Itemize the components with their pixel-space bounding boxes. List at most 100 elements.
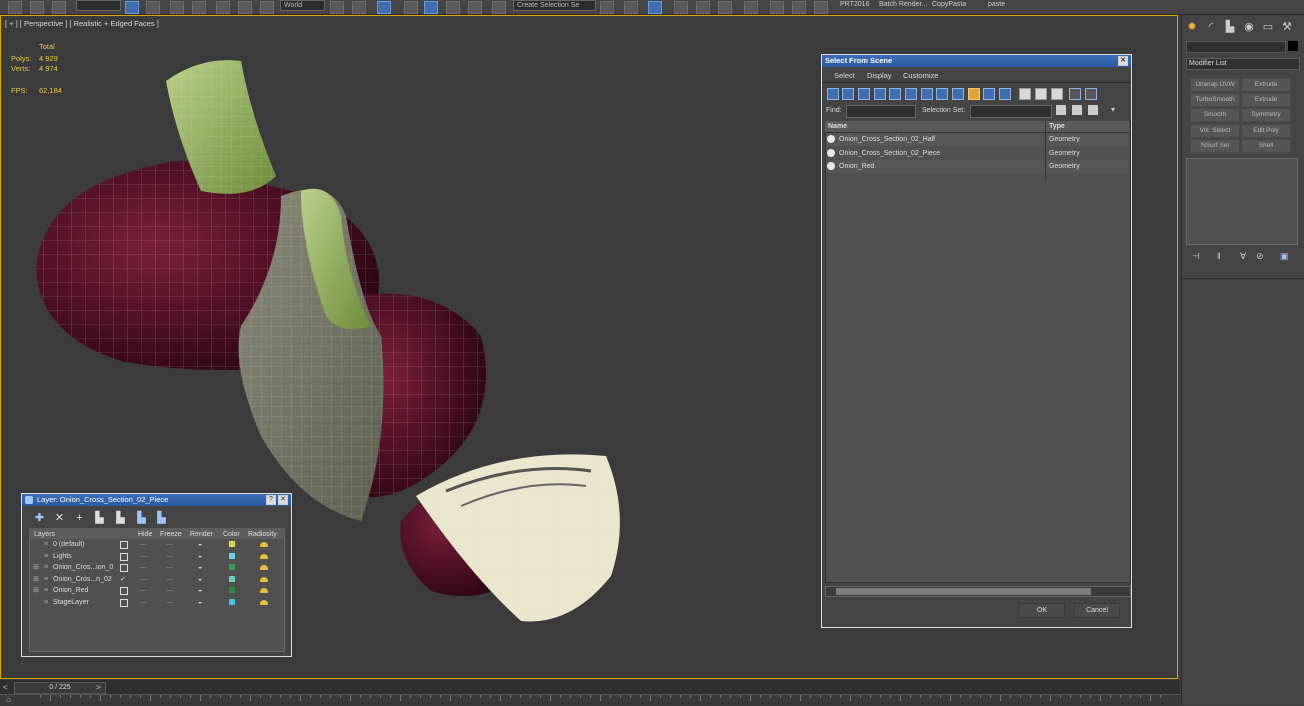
- layer-row[interactable]: ≡ StageLayer — — ◒: [30, 597, 282, 608]
- prev-frame-icon[interactable]: <: [3, 683, 8, 692]
- ref-coord-dropdown[interactable]: World: [280, 0, 325, 11]
- scrollbar-thumb[interactable]: [836, 588, 1091, 595]
- create-tab-icon[interactable]: ✹: [1185, 20, 1199, 34]
- delete-layer-icon[interactable]: ✕: [54, 513, 65, 524]
- keyboard-shortcut-icon[interactable]: [377, 1, 391, 14]
- edit-named-sel-icon[interactable]: [492, 1, 506, 14]
- hide-toggle[interactable]: —: [140, 597, 147, 608]
- angle-snap-icon[interactable]: [424, 1, 438, 14]
- remove-modifier-icon[interactable]: ⊘: [1256, 251, 1264, 262]
- select-all-icon[interactable]: [1019, 88, 1031, 100]
- layer-color-swatch[interactable]: [229, 564, 235, 570]
- current-layer-checkbox[interactable]: [120, 599, 128, 607]
- layer-row[interactable]: ≡ 0 (default) — — ◒: [30, 539, 282, 550]
- radiosity-bulb-icon[interactable]: [260, 577, 268, 582]
- copypasta-button[interactable]: CopyPasta: [932, 1, 966, 8]
- render-teapot-icon[interactable]: ◒: [198, 562, 202, 573]
- layer-row[interactable]: ⊞ ≡ Onion_Cros...ion_0 — — ◒: [30, 562, 282, 573]
- current-layer-checkmark-icon[interactable]: ✓: [120, 574, 126, 585]
- add-to-layer-icon[interactable]: +: [74, 513, 85, 524]
- sel-set-edit-icon[interactable]: [1088, 105, 1098, 115]
- paste-button[interactable]: paste: [988, 1, 1005, 8]
- configure-sets-icon[interactable]: ▣: [1280, 251, 1289, 262]
- rendered-frame-icon[interactable]: [792, 1, 806, 14]
- window-crossing-icon[interactable]: [192, 1, 206, 14]
- edit-poly-button[interactable]: Edit Poly: [1241, 124, 1291, 138]
- hide-toggle[interactable]: —: [140, 585, 147, 596]
- freeze-toggle[interactable]: —: [166, 539, 173, 550]
- selection-set-dropdown[interactable]: [970, 105, 1052, 118]
- display-all-icon[interactable]: [968, 88, 980, 100]
- selection-filter-dropdown[interactable]: [76, 0, 121, 11]
- close-icon[interactable]: ✕: [1118, 56, 1128, 66]
- radiosity-bulb-icon[interactable]: [260, 588, 268, 593]
- layer-color-swatch[interactable]: [229, 541, 235, 547]
- layer-color-swatch[interactable]: [229, 587, 235, 593]
- freeze-all-icon[interactable]: ▙: [156, 513, 167, 524]
- select-invert-icon[interactable]: [1051, 88, 1063, 100]
- menu-select[interactable]: Select: [834, 71, 855, 80]
- display-lights-icon[interactable]: [858, 88, 870, 100]
- display-groups-icon[interactable]: [921, 88, 933, 100]
- current-layer-checkbox[interactable]: [120, 587, 128, 595]
- show-end-result-icon[interactable]: ‖: [1217, 251, 1221, 261]
- display-geometry-icon[interactable]: [827, 88, 839, 100]
- object-name-field[interactable]: [1186, 41, 1286, 53]
- symmetry-button[interactable]: Symmetry: [1241, 108, 1291, 122]
- layer-row[interactable]: ⊞ ≡ Onion_Red — — ◒: [30, 585, 282, 596]
- find-input[interactable]: [846, 105, 916, 118]
- sel-set-add-icon[interactable]: [1056, 105, 1066, 115]
- modify-tab-icon[interactable]: ◜: [1204, 20, 1218, 34]
- render-icon[interactable]: [814, 1, 828, 14]
- unlink-icon[interactable]: [30, 1, 44, 14]
- display-shapes-icon[interactable]: [842, 88, 854, 100]
- layer-color-swatch[interactable]: [229, 576, 235, 582]
- hide-all-icon[interactable]: ▙: [136, 513, 147, 524]
- expand-icon[interactable]: ⊞: [33, 574, 39, 585]
- snap-toggle-icon[interactable]: [404, 1, 418, 14]
- select-dialog-titlebar[interactable]: Select From Scene ✕: [822, 55, 1131, 67]
- select-in-layer-icon[interactable]: ▙: [94, 513, 105, 524]
- next-frame-icon[interactable]: >: [96, 683, 101, 692]
- hide-toggle[interactable]: —: [140, 562, 147, 573]
- new-layer-icon[interactable]: ✚: [34, 513, 45, 524]
- menu-customize[interactable]: Customize: [903, 71, 938, 80]
- menu-display[interactable]: Display: [867, 71, 892, 80]
- curve-editor-icon[interactable]: [696, 1, 710, 14]
- invert-display-icon[interactable]: [999, 88, 1011, 100]
- batch-render-button[interactable]: Batch Render...: [879, 1, 927, 8]
- display-tab-icon[interactable]: ▭: [1261, 20, 1275, 34]
- freeze-toggle[interactable]: —: [166, 562, 173, 573]
- current-layer-checkbox[interactable]: [120, 564, 128, 572]
- pivot-icon[interactable]: [330, 1, 344, 14]
- named-selection-dropdown[interactable]: Create Selection Se: [513, 0, 596, 11]
- onion-cross-section-piece-mesh[interactable]: [400, 454, 620, 622]
- sort-icon[interactable]: [1085, 88, 1097, 100]
- radiosity-bulb-icon[interactable]: [260, 600, 268, 605]
- prt-button[interactable]: PRT2016: [840, 1, 869, 8]
- mini-curve-editor-icon[interactable]: ⌂: [6, 695, 11, 704]
- freeze-toggle[interactable]: —: [166, 574, 173, 585]
- layer-row[interactable]: ⊞ ≡ Onion_Cros...n_02 ✓ — — ◒: [30, 574, 282, 585]
- select-object-icon[interactable]: [125, 1, 139, 14]
- extrude-button-2[interactable]: Extrude: [1241, 93, 1291, 107]
- highlight-layer-icon[interactable]: ▙: [115, 513, 126, 524]
- filter-icon[interactable]: [1069, 88, 1081, 100]
- layer-row[interactable]: ≡ Lights — — ◒: [30, 551, 282, 562]
- current-layer-checkbox[interactable]: [120, 553, 128, 561]
- render-teapot-icon[interactable]: ◒: [198, 585, 202, 596]
- select-by-name-icon[interactable]: [146, 1, 160, 14]
- extrude-button[interactable]: Extrude: [1241, 78, 1291, 92]
- column-type[interactable]: Type: [1049, 121, 1065, 132]
- unwrap-uvw-button[interactable]: Unwrap UVW: [1190, 78, 1240, 92]
- radiosity-bulb-icon[interactable]: [260, 554, 268, 559]
- render-teapot-icon[interactable]: ◒: [198, 574, 202, 585]
- hierarchy-tab-icon[interactable]: ▙: [1223, 20, 1237, 34]
- layer-dialog-titlebar[interactable]: Layer: Onion_Cross_Section_02_Piece ? ✕: [22, 494, 291, 506]
- toggle-ribbon-icon[interactable]: [674, 1, 688, 14]
- bind-space-warp-icon[interactable]: [52, 1, 66, 14]
- column-name[interactable]: Name: [828, 121, 847, 132]
- layer-explorer-icon[interactable]: [648, 1, 662, 14]
- current-layer-checkbox[interactable]: [120, 541, 128, 549]
- rotate-icon[interactable]: [238, 1, 252, 14]
